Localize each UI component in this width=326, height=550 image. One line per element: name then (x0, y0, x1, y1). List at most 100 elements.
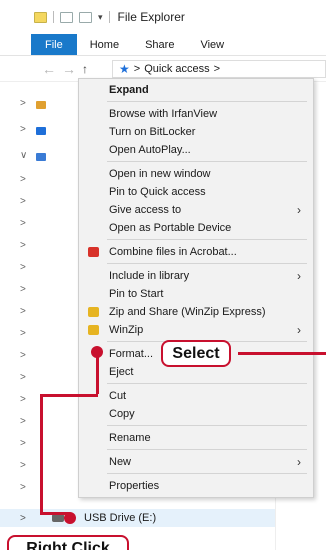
chevron-right-icon[interactable]: > (20, 174, 26, 185)
menu-item-label: Cut (109, 390, 127, 402)
onedrive-icon (36, 127, 46, 135)
menu-item-winzip[interactable]: WinZip › (79, 321, 313, 339)
chevron-right-icon: › (297, 323, 301, 337)
star-icon: ★ (119, 62, 130, 76)
menu-item-label: Combine files in Acrobat... (109, 246, 237, 258)
menu-separator (107, 101, 307, 102)
menu-item-open-autoplay[interactable]: Open AutoPlay... (79, 141, 313, 159)
up-icon[interactable]: ↑ (82, 62, 88, 76)
right-click-connector-line (40, 394, 43, 514)
menu-item-properties[interactable]: Properties (79, 477, 313, 495)
chevron-right-icon: › (297, 203, 301, 217)
chevron-right-icon[interactable]: > (20, 124, 26, 135)
menu-item-pin-quick-access[interactable]: Pin to Quick access (79, 183, 313, 201)
menu-item-label: Pin to Start (109, 288, 164, 300)
menu-item-copy[interactable]: Copy (79, 405, 313, 423)
menu-item-label: Include in library (109, 270, 190, 282)
chevron-right-icon[interactable]: > (20, 196, 26, 207)
customize-toolbar-icon[interactable]: ▾ (98, 12, 103, 23)
context-menu: Expand Browse with IrfanView Turn on Bit… (78, 78, 314, 498)
menu-item-turn-on-bitlocker[interactable]: Turn on BitLocker (79, 123, 313, 141)
this-pc-icon (36, 153, 46, 161)
menu-item-include-library[interactable]: Include in library › (79, 267, 313, 285)
divider (53, 11, 54, 23)
folder-icon[interactable] (34, 11, 47, 23)
chevron-right-icon[interactable]: > (20, 218, 26, 229)
breadcrumb-quick-access[interactable]: Quick access (144, 63, 209, 75)
new-folder-icon[interactable] (79, 11, 92, 23)
menu-item-label: Copy (109, 408, 135, 420)
chevron-right-icon[interactable]: > (20, 306, 26, 317)
menu-item-label: Eject (109, 366, 134, 378)
chevron-right-icon[interactable]: > (20, 372, 26, 383)
menu-item-label: Open as Portable Device (109, 222, 232, 234)
chevron-right-icon[interactable]: > (20, 350, 26, 361)
acrobat-icon (88, 247, 99, 257)
menu-item-browse-irfanview[interactable]: Browse with IrfanView (79, 105, 313, 123)
back-icon[interactable]: ← (42, 61, 56, 77)
nav-item-label: USB Drive (E:) (84, 512, 157, 524)
menu-item-combine-acrobat[interactable]: Combine files in Acrobat... (79, 243, 313, 261)
select-callout: Select (161, 340, 231, 367)
menu-item-label: Zip and Share (WinZip Express) (109, 306, 266, 318)
usb-marker-dot (64, 512, 76, 524)
menu-separator (107, 449, 307, 450)
chevron-right-icon[interactable]: > (20, 240, 26, 251)
menu-item-label: Rename (109, 432, 151, 444)
menu-item-label: Pin to Quick access (109, 186, 206, 198)
format-marker-dot (91, 346, 103, 358)
divider (108, 11, 110, 23)
chevron-right-icon[interactable]: > (20, 394, 26, 405)
forward-icon[interactable]: → (62, 61, 76, 77)
menu-separator (107, 161, 307, 162)
winzip-icon (88, 325, 99, 335)
tab-share[interactable]: Share (132, 34, 187, 55)
select-connector-line (238, 352, 326, 355)
menu-item-zip-and-share[interactable]: Zip and Share (WinZip Express) (79, 303, 313, 321)
tab-file[interactable]: File (31, 34, 77, 55)
menu-item-new[interactable]: New › (79, 453, 313, 471)
menu-item-label: Open in new window (109, 168, 211, 180)
chevron-right-icon[interactable]: > (20, 482, 26, 493)
title-bar: ▾ File Explorer (0, 0, 326, 34)
tab-home[interactable]: Home (77, 34, 132, 55)
right-click-connector-line (40, 394, 98, 397)
format-connector-line (96, 352, 99, 394)
address-bar[interactable]: ★ > Quick access > (112, 60, 326, 78)
window-title: File Explorer (117, 10, 185, 24)
right-click-callout: Right Click (7, 535, 129, 550)
menu-item-rename[interactable]: Rename (79, 429, 313, 447)
menu-separator (107, 239, 307, 240)
menu-item-cut[interactable]: Cut (79, 387, 313, 405)
menu-item-label: Open AutoPlay... (109, 144, 191, 156)
chevron-right-icon: › (297, 455, 301, 469)
usb-drive-icon (52, 514, 64, 522)
menu-separator (107, 383, 307, 384)
chevron-right-icon[interactable]: > (20, 513, 26, 524)
menu-item-label: Expand (109, 84, 149, 96)
chevron-right-icon[interactable]: > (20, 328, 26, 339)
chevron-right-icon[interactable]: > (20, 98, 26, 109)
menu-item-label: Browse with IrfanView (109, 108, 218, 120)
chevron-right-icon[interactable]: > (20, 284, 26, 295)
chevron-right-icon[interactable]: > (20, 416, 26, 427)
menu-item-pin-start[interactable]: Pin to Start (79, 285, 313, 303)
menu-item-open-new-window[interactable]: Open in new window (79, 165, 313, 183)
menu-item-label: Format... (109, 348, 154, 360)
menu-item-give-access[interactable]: Give access to › (79, 201, 313, 219)
chevron-right-icon[interactable]: > (20, 262, 26, 273)
properties-icon[interactable] (60, 11, 73, 23)
ribbon-tabs: File Home Share View (0, 34, 326, 56)
menu-item-label: Turn on BitLocker (109, 126, 196, 138)
chevron-right-icon[interactable]: > (20, 460, 26, 471)
tab-view[interactable]: View (187, 34, 237, 55)
menu-item-open-portable-device[interactable]: Open as Portable Device (79, 219, 313, 237)
chevron-right-icon[interactable]: > (20, 438, 26, 449)
menu-item-label: Properties (109, 480, 160, 492)
breadcrumb-separator: > (213, 63, 221, 75)
chevron-down-icon[interactable]: ∨ (20, 150, 27, 161)
menu-separator (107, 263, 307, 264)
menu-separator (107, 473, 307, 474)
menu-item-expand[interactable]: Expand (79, 81, 313, 99)
menu-item-label: Give access to (109, 204, 182, 216)
